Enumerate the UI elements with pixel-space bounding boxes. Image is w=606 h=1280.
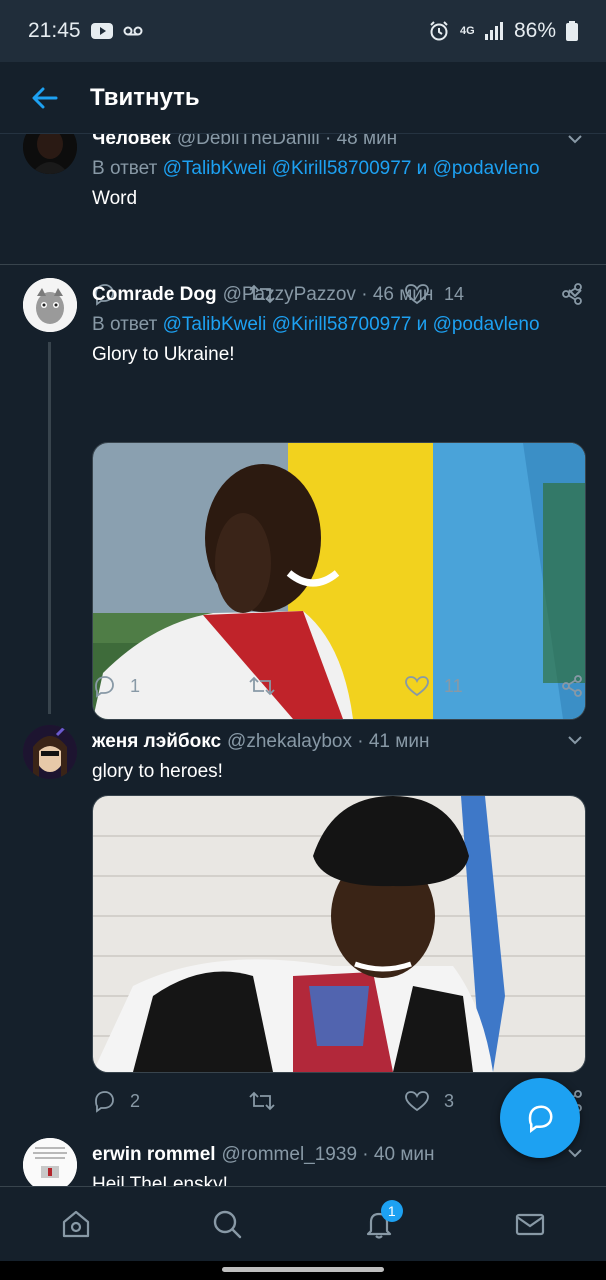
status-bar: 21:45 4G 86% <box>0 0 606 62</box>
reply-count: 2 <box>130 1090 141 1111</box>
nav-notifications[interactable]: 1 <box>349 1194 409 1254</box>
chevron-down-icon[interactable] <box>566 731 584 749</box>
author-handle[interactable]: @zhekalaybox <box>227 731 352 753</box>
avatar[interactable] <box>23 278 77 332</box>
reply-to-line: В ответ @TalibKweli @Kirill58700977 и @p… <box>92 314 540 335</box>
share-button[interactable] <box>560 674 584 698</box>
nav-search[interactable] <box>197 1194 257 1254</box>
like-button[interactable]: 3 <box>404 1089 464 1113</box>
search-icon <box>214 1210 242 1239</box>
divider <box>0 264 606 265</box>
tweet-time: 40 мин <box>373 1144 435 1165</box>
retweet-icon <box>249 1091 275 1111</box>
avatar[interactable] <box>23 1138 77 1186</box>
chevron-down-icon[interactable] <box>566 284 584 302</box>
retweet-button[interactable] <box>248 1089 308 1113</box>
nav-messages[interactable] <box>500 1194 560 1254</box>
alarm-icon <box>430 21 448 41</box>
mention-link[interactable]: @TalibKweli <box>163 314 267 335</box>
mention-link[interactable]: @podavleno <box>433 314 540 335</box>
chevron-down-icon[interactable] <box>566 1144 584 1162</box>
status-time: 21:45 <box>28 19 81 42</box>
back-arrow-icon <box>32 87 58 108</box>
reply-button[interactable]: 1 <box>92 674 152 698</box>
tweet-feed[interactable]: Человек @DebilTheDanill · 48 мин В ответ… <box>0 62 606 1186</box>
network-type: 4G <box>459 25 475 37</box>
nav-home[interactable] <box>46 1194 106 1254</box>
app-bar: Твитнуть <box>0 62 606 134</box>
tweet[interactable]: Comrade Dog @PazzyPazzov · 46 мин В отве… <box>0 278 606 722</box>
youtube-icon <box>90 23 113 39</box>
author-handle[interactable]: @PazzyPazzov <box>223 284 356 306</box>
heart-icon <box>405 676 429 697</box>
like-count: 3 <box>444 1090 455 1111</box>
mention-link[interactable]: @Kirill58700977 <box>272 314 412 335</box>
bottom-navigation: 1 <box>0 1186 606 1261</box>
signal-icon <box>484 22 503 40</box>
home-indicator[interactable] <box>222 1267 384 1272</box>
back-button[interactable] <box>0 87 90 109</box>
mention-link[interactable]: @TalibKweli <box>163 158 267 179</box>
avatar[interactable] <box>23 725 77 779</box>
system-gesture-bar <box>0 1260 606 1280</box>
tweet-time: 46 мин <box>372 284 434 305</box>
author-name[interactable]: Comrade Dog <box>92 284 217 306</box>
reply-icon <box>528 1105 553 1133</box>
home-icon <box>62 1210 89 1238</box>
tweet-image[interactable] <box>92 795 586 1073</box>
reply-to-line: В ответ @TalibKweli @Kirill58700977 и @p… <box>92 158 540 179</box>
photo-man-in-hat <box>93 796 585 1072</box>
heart-icon <box>405 1091 429 1112</box>
mention-link[interactable]: @podavleno <box>433 158 540 179</box>
battery-level: 86% <box>513 19 556 42</box>
notification-badge: 1 <box>380 1200 403 1222</box>
tweet-text: Glory to Ukraine! <box>92 344 235 365</box>
tweet-text: Word <box>92 188 138 209</box>
reply-icon <box>95 676 114 698</box>
reply-icon <box>95 1091 114 1113</box>
mention-link[interactable]: @Kirill58700977 <box>272 158 412 179</box>
author-name[interactable]: женя лэйбокс <box>92 731 221 753</box>
reply-fab-button[interactable] <box>500 1078 580 1158</box>
mail-icon <box>516 1213 545 1236</box>
author-handle[interactable]: @rommel_1939 <box>222 1144 357 1166</box>
tweet-time: 41 мин <box>368 731 430 752</box>
reply-button[interactable]: 2 <box>92 1089 152 1113</box>
page-title: Твитнуть <box>90 83 200 111</box>
like-count: 11 <box>444 675 463 696</box>
reply-count: 1 <box>130 675 141 696</box>
voicemail-icon <box>123 26 143 36</box>
tweet-text: glory to heroes! <box>92 761 223 782</box>
tweet[interactable]: женя лэйбокс @zhekalaybox · 41 мин glory… <box>0 725 606 1137</box>
tweet-text: Heil TheLensky! <box>92 1174 228 1186</box>
retweet-button[interactable] <box>248 674 308 698</box>
author-name[interactable]: erwin rommel <box>92 1144 216 1166</box>
battery-icon <box>566 21 578 41</box>
retweet-icon <box>249 676 275 696</box>
share-icon <box>562 675 582 697</box>
like-button[interactable]: 11 <box>404 674 464 698</box>
